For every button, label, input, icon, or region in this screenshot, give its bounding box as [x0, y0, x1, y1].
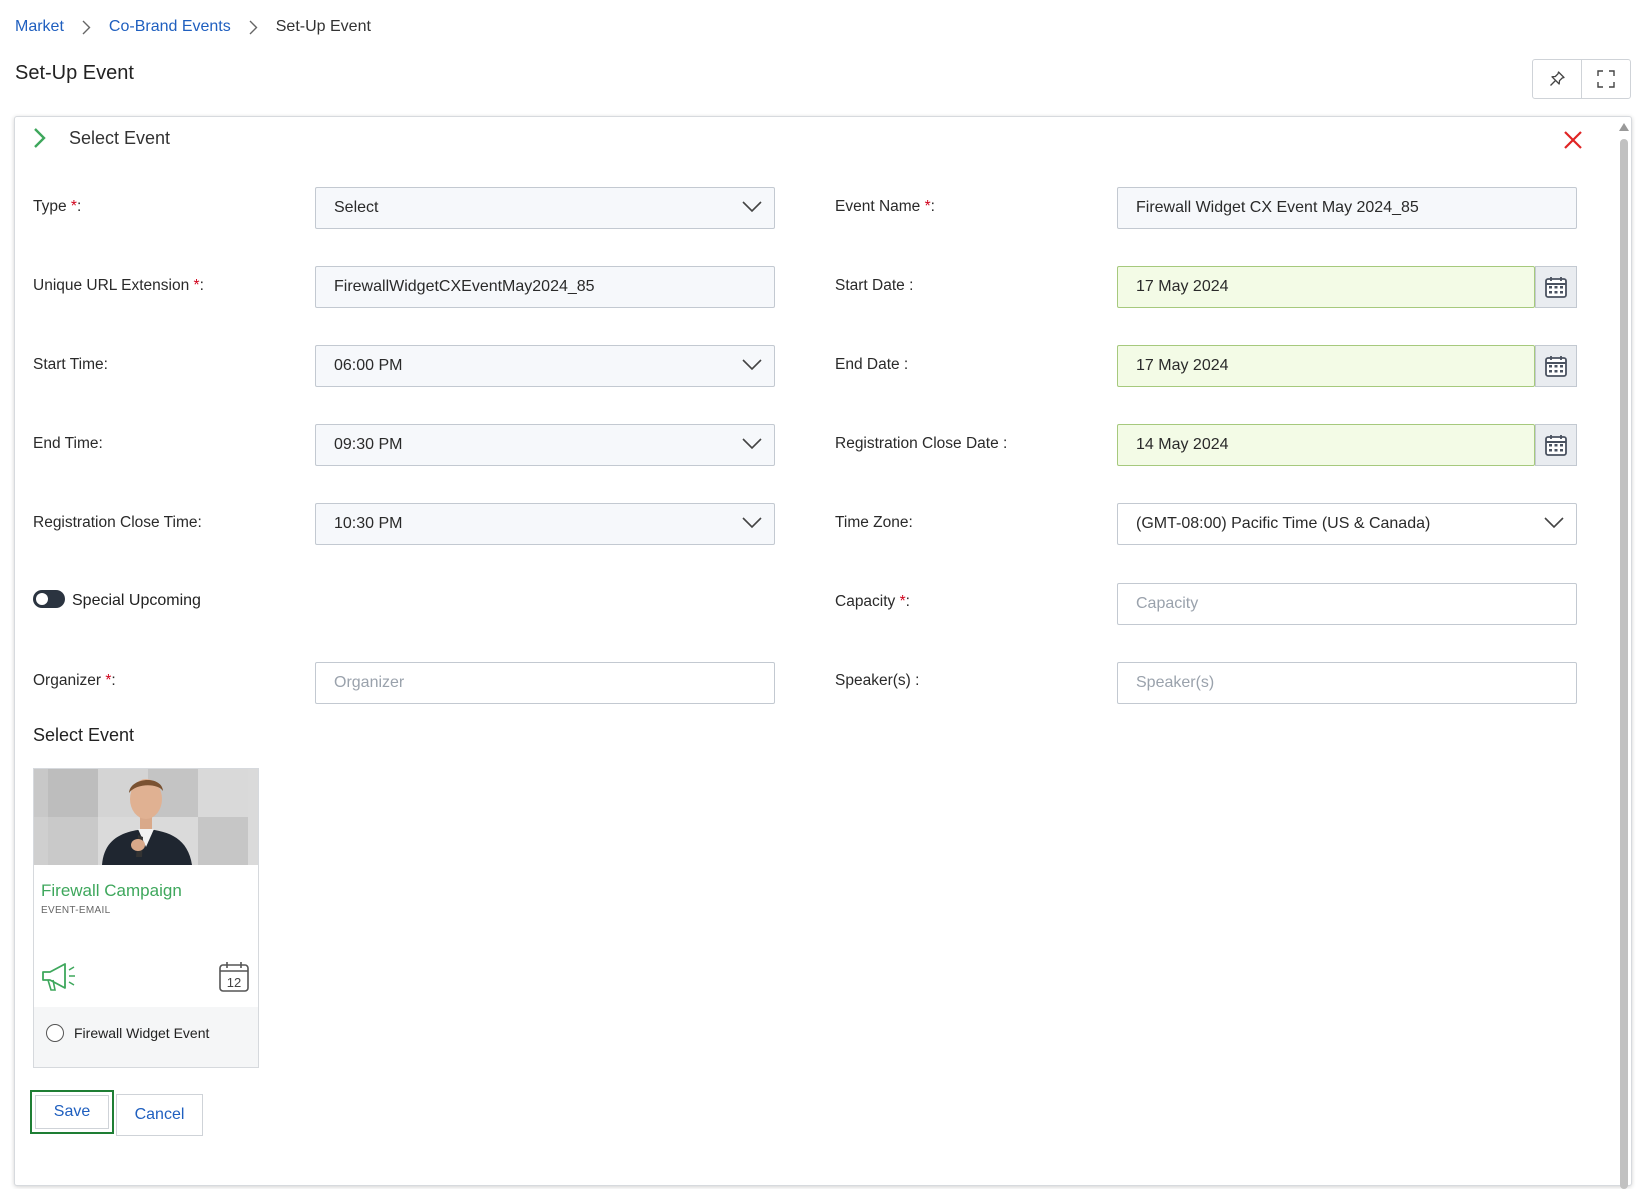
reg-close-date-value: 14 May 2024: [1136, 436, 1229, 453]
chevron-down-icon: [742, 359, 762, 371]
panel-title: Select Event: [69, 127, 171, 148]
start-time-label: Start Time:: [33, 356, 108, 373]
calendar-icon: [1545, 356, 1567, 377]
organizer-input[interactable]: Organizer: [315, 662, 775, 704]
pin-icon: [1550, 71, 1565, 86]
organizer-placeholder: Organizer: [334, 674, 405, 691]
end-time-value: 09:30 PM: [334, 436, 403, 453]
toggle-knob: [36, 593, 48, 605]
breadcrumb-link-market[interactable]: Market: [15, 18, 64, 36]
time-zone-select[interactable]: (GMT-08:00) Pacific Time (US & Canada): [1117, 503, 1577, 545]
scrollbar-thumb[interactable]: [1620, 139, 1628, 1189]
megaphone-icon: [42, 963, 75, 991]
capacity-placeholder: Capacity: [1136, 595, 1199, 612]
save-button[interactable]: Save: [30, 1090, 114, 1134]
special-upcoming-label: Special Upcoming: [72, 592, 201, 609]
reg-close-time-value: 10:30 PM: [334, 515, 403, 532]
start-time-value: 06:00 PM: [334, 357, 403, 374]
panel-header[interactable]: Select Event: [33, 127, 170, 149]
event-card-image: [34, 769, 258, 865]
breadcrumb-separator-icon: [82, 20, 91, 35]
close-button[interactable]: [1563, 130, 1583, 155]
select-event-heading: Select Event: [33, 725, 135, 745]
event-card-footer: Firewall Widget Event: [34, 1007, 258, 1067]
pin-button[interactable]: [1533, 60, 1581, 98]
time-zone-label: Time Zone:: [835, 514, 913, 531]
end-time-select[interactable]: 09:30 PM: [315, 424, 775, 466]
reg-close-time-label: Registration Close Time:: [33, 514, 202, 531]
page-toolbar: [1532, 59, 1631, 99]
calendar-day-number: 12: [227, 975, 241, 990]
capacity-input[interactable]: Capacity: [1117, 583, 1577, 625]
event-card[interactable]: Firewall Campaign EVENT-EMAIL 12 Firewal…: [33, 768, 259, 1068]
event-card-body: Firewall Campaign EVENT-EMAIL 12: [34, 865, 258, 1007]
start-date-calendar-button[interactable]: [1535, 266, 1577, 308]
event-card-title: Firewall Campaign: [41, 881, 182, 900]
end-date-calendar-button[interactable]: [1535, 345, 1577, 387]
calendar-icon: [1545, 435, 1567, 456]
end-date-label: End Date :: [835, 356, 909, 373]
chevron-down-icon: [742, 438, 762, 450]
start-date-value: 17 May 2024: [1136, 278, 1229, 295]
end-date-input[interactable]: 17 May 2024: [1117, 345, 1535, 387]
event-name-label: Event Name *:: [835, 198, 935, 215]
chevron-right-icon: [34, 128, 46, 148]
url-extension-input[interactable]: FirewallWidgetCXEventMay2024_85: [315, 266, 775, 308]
breadcrumb-link-co-brand-events[interactable]: Co-Brand Events: [109, 18, 231, 36]
type-value: Select: [334, 199, 379, 216]
cancel-button[interactable]: Cancel: [116, 1094, 203, 1136]
breadcrumb-current: Set-Up Event: [275, 18, 371, 35]
event-card-subtitle: EVENT-EMAIL: [41, 905, 111, 916]
save-button-label: Save: [35, 1095, 109, 1129]
url-extension-value: FirewallWidgetCXEventMay2024_85: [334, 278, 595, 295]
url-extension-label: Unique URL Extension *:: [33, 277, 204, 294]
scroll-up-icon: [1619, 123, 1629, 131]
chevron-down-icon: [742, 201, 762, 213]
reg-close-date-label: Registration Close Date :: [835, 435, 1008, 452]
fullscreen-button[interactable]: [1581, 60, 1630, 98]
time-zone-value: (GMT-08:00) Pacific Time (US & Canada): [1136, 515, 1431, 532]
breadcrumb-separator-icon: [249, 20, 258, 35]
event-option-radio[interactable]: [46, 1024, 64, 1042]
chevron-down-icon: [1544, 517, 1564, 529]
scrollbar[interactable]: [1617, 117, 1631, 1189]
event-option-label: Firewall Widget Event: [74, 1025, 210, 1041]
reg-close-time-select[interactable]: 10:30 PM: [315, 503, 775, 545]
start-time-select[interactable]: 06:00 PM: [315, 345, 775, 387]
organizer-label: Organizer *:: [33, 672, 116, 689]
type-select[interactable]: Select: [315, 187, 775, 229]
breadcrumb: Market Co-Brand Events Set-Up Event: [15, 18, 371, 36]
special-upcoming-toggle[interactable]: [33, 590, 65, 608]
event-name-input[interactable]: Firewall Widget CX Event May 2024_85: [1117, 187, 1577, 229]
end-time-label: End Time:: [33, 435, 103, 452]
speakers-placeholder: Speaker(s): [1136, 674, 1215, 691]
event-date-calendar-icon: 12: [218, 961, 250, 993]
event-name-value: Firewall Widget CX Event May 2024_85: [1136, 199, 1419, 216]
speakers-label: Speaker(s) :: [835, 672, 920, 689]
capacity-label: Capacity *:: [835, 593, 910, 610]
end-date-value: 17 May 2024: [1136, 357, 1229, 374]
type-label: Type *:: [33, 198, 82, 215]
speakers-input[interactable]: Speaker(s): [1117, 662, 1577, 704]
reg-close-date-input[interactable]: 14 May 2024: [1117, 424, 1535, 466]
chevron-down-icon: [742, 517, 762, 529]
close-icon: [1564, 131, 1582, 149]
start-date-input[interactable]: 17 May 2024: [1117, 266, 1535, 308]
start-date-label: Start Date :: [835, 277, 914, 294]
calendar-icon: [1545, 277, 1567, 298]
reg-close-date-calendar-button[interactable]: [1535, 424, 1577, 466]
fullscreen-icon: [1597, 70, 1615, 88]
page-title: Set-Up Event: [15, 62, 134, 84]
